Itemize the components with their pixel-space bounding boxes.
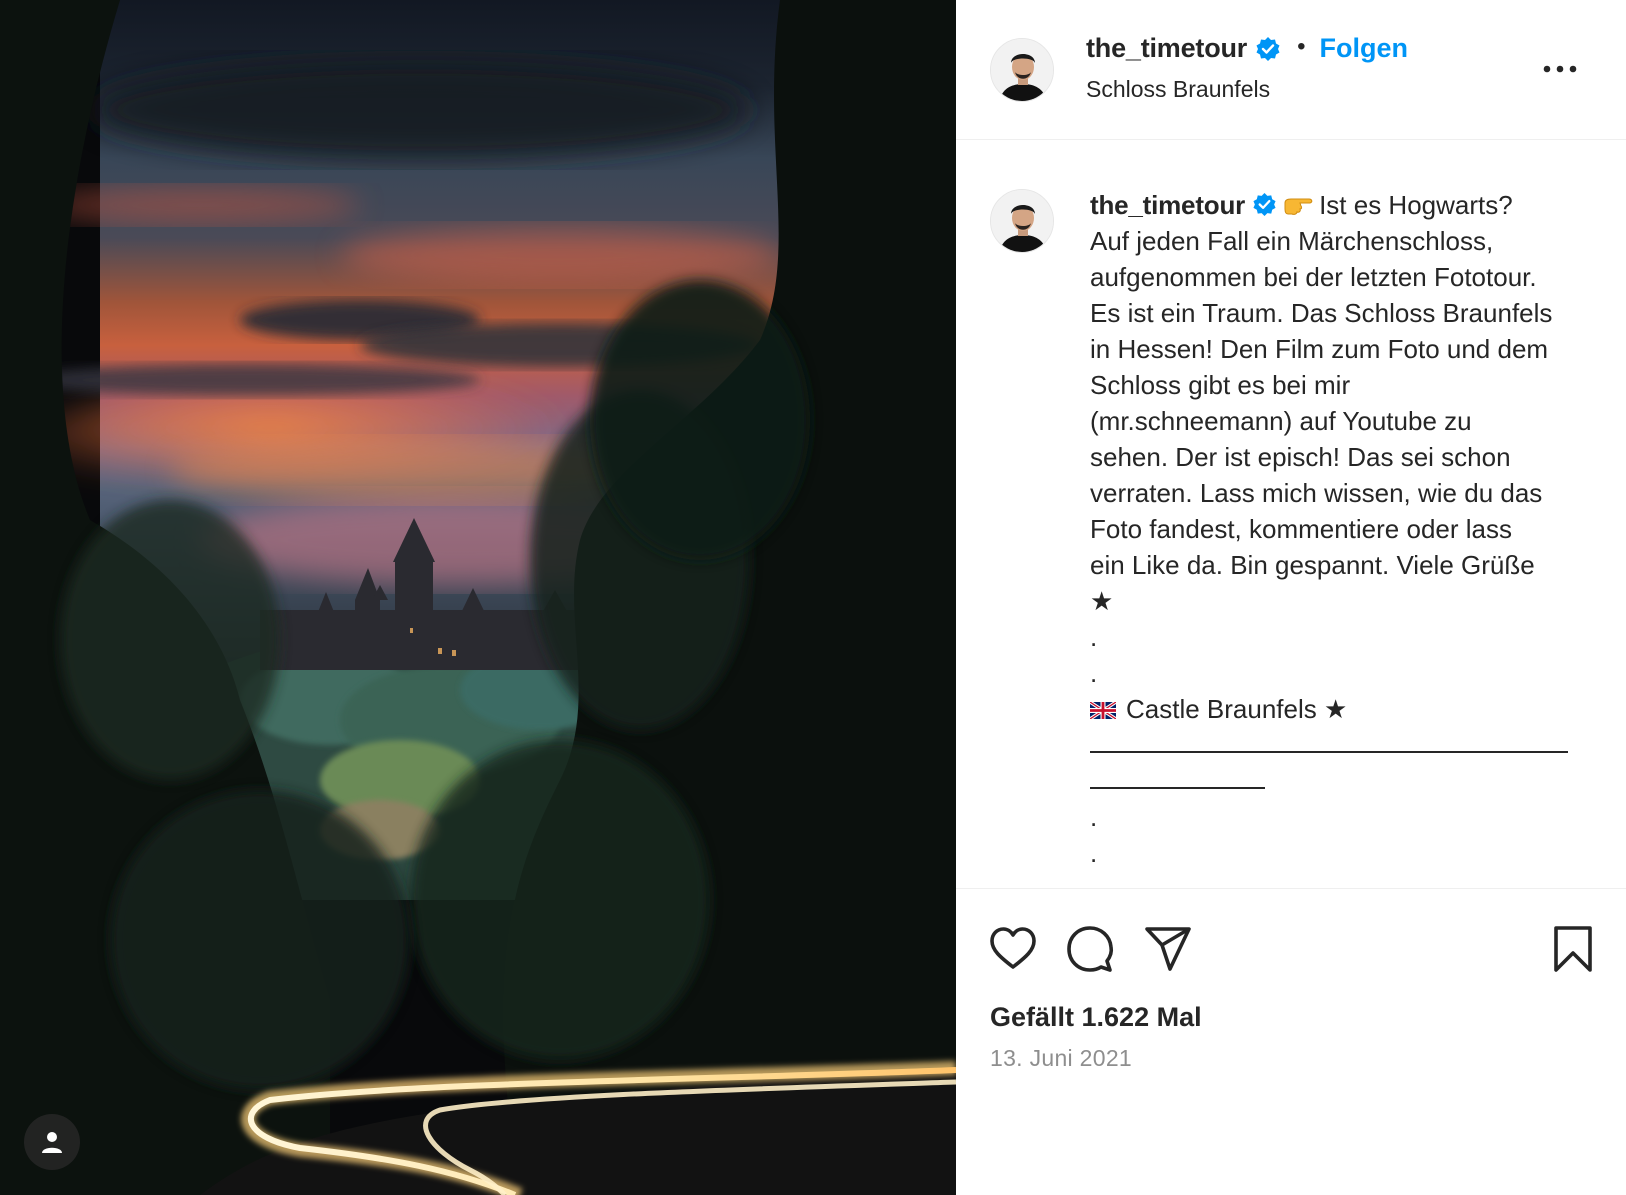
header-username-row: the_timetour • Folgen <box>1086 33 1408 64</box>
caption-line: (mr.schneemann) auf Youtube zu <box>1090 406 1472 436</box>
caption-line: sehen. Der ist episch! Das sei schon <box>1090 442 1511 472</box>
avatar[interactable] <box>990 189 1054 253</box>
username[interactable]: the_timetour <box>1086 33 1247 64</box>
castle-sunset-image <box>0 0 956 1195</box>
english-title: Castle Braunfels <box>1126 694 1317 724</box>
profile-picture <box>991 190 1053 252</box>
star-symbol: ★ <box>1090 586 1114 616</box>
post-header: the_timetour • Folgen Schloss Braunfels <box>956 0 1626 140</box>
caption-line: Foto fandest, kommentiere oder lass <box>1090 514 1512 544</box>
star-symbol: ★ <box>1324 694 1348 724</box>
caption-line: Es ist ein Traum. Das Schloss Braunfels <box>1090 298 1553 328</box>
location-link[interactable]: Schloss Braunfels <box>1086 76 1270 103</box>
divider-line <box>1090 763 1610 799</box>
uk-flag-icon <box>1090 702 1116 719</box>
caption-english-line: Castle Braunfels ★ <box>1090 691 1610 727</box>
post-date: 13. Juni 2021 <box>990 1045 1133 1071</box>
separator-dot: • <box>1297 32 1306 60</box>
heart-icon[interactable] <box>988 924 1038 974</box>
comment-icon[interactable] <box>1065 924 1115 974</box>
caption-line: Auf jeden Fall ein Märchenschloss, <box>1090 226 1494 256</box>
caption-line: in Hessen! Den Film zum Foto und dem <box>1090 334 1549 364</box>
caption-line: Schloss gibt es bei mir <box>1090 370 1351 400</box>
caption-dot: . <box>1090 838 1098 868</box>
caption-dot: . <box>1090 622 1098 652</box>
caption-dot: . <box>1090 802 1098 832</box>
caption-dot: . <box>1090 658 1098 688</box>
post-actions: Gefällt 1.622 Mal 13. Juni 2021 <box>956 890 1626 1195</box>
user-tag-icon <box>42 1132 62 1153</box>
tag-people-button[interactable] <box>24 1114 80 1170</box>
backhand-index-pointing-right-icon <box>1284 198 1313 215</box>
more-options-icon <box>1543 65 1577 73</box>
likes-count[interactable]: Gefällt 1.622 Mal <box>990 1002 1202 1033</box>
paper-plane-icon[interactable] <box>1143 924 1193 974</box>
post-photo[interactable] <box>0 0 956 1195</box>
caption-text: the_timetour Ist es Hogwarts? Auf jeden F… <box>1090 187 1610 871</box>
profile-picture <box>991 39 1053 101</box>
caption-line: verraten. Lass mich wissen, wie du das <box>1090 478 1543 508</box>
caption-line: aufgenommen bei der letzten Fototour. <box>1090 262 1537 292</box>
caption-first-text: Ist es Hogwarts? <box>1319 190 1513 220</box>
divider-line <box>1090 727 1610 763</box>
follow-button[interactable]: Folgen <box>1320 33 1409 64</box>
caption-line: ein Like da. Bin gespannt. Viele Grüße <box>1090 550 1535 580</box>
more-options-button[interactable] <box>1540 54 1580 84</box>
caption-first-line: the_timetour Ist es Hogwarts? <box>1090 187 1610 223</box>
verified-badge-icon <box>1256 36 1280 61</box>
post-side-panel: the_timetour • Folgen Schloss Braunfels <box>956 0 1626 1195</box>
verified-badge-icon <box>1253 192 1276 217</box>
avatar[interactable] <box>990 38 1054 102</box>
bookmark-icon[interactable] <box>1548 924 1598 974</box>
caption-username[interactable]: the_timetour <box>1090 190 1245 220</box>
caption-section: the_timetour Ist es Hogwarts? Auf jeden F… <box>956 141 1626 889</box>
